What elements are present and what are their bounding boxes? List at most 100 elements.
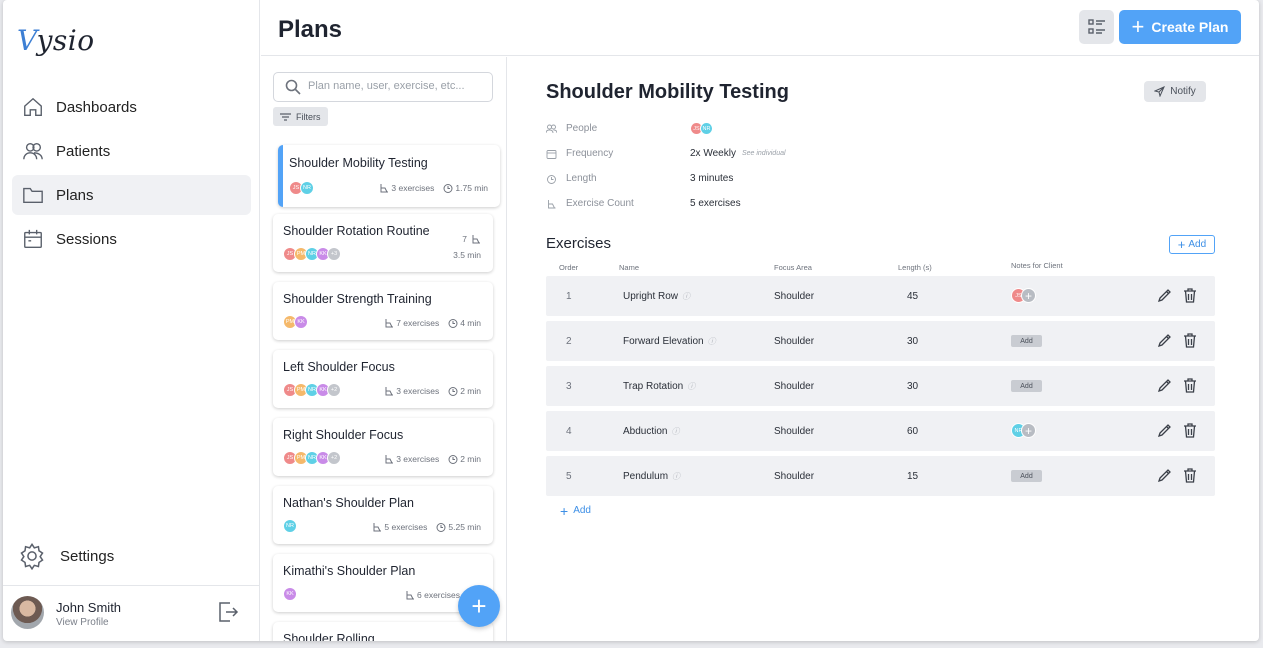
- info-icon[interactable]: ⓘ: [682, 292, 690, 301]
- list-view-toggle[interactable]: [1079, 10, 1114, 44]
- table-row[interactable]: 2 Forward Elevation ⓘ Shoulder 30 Add: [546, 321, 1215, 361]
- sidebar-item-label: Settings: [60, 547, 115, 565]
- plan-people: NR: [283, 519, 297, 533]
- plan-card[interactable]: Right Shoulder Focus JS PM NR KK +2 3 ex…: [273, 418, 493, 476]
- plan-title: Left Shoulder Focus: [283, 360, 395, 374]
- info-icon[interactable]: ⓘ: [708, 337, 716, 346]
- plan-meta: 3 exercises 2 min: [384, 386, 481, 396]
- plan-title: Shoulder Rotation Routine: [283, 224, 430, 238]
- plan-people: JS PM NR KK +2: [283, 451, 341, 465]
- plan-card[interactable]: Shoulder Rolling: [273, 622, 493, 641]
- exercise-icon: [385, 319, 394, 328]
- col-notes: Notes for Client: [1011, 261, 1063, 270]
- more-avatars-badge: +3: [327, 247, 341, 261]
- plan-card[interactable]: Shoulder Mobility Testing JS NR 3 exerci…: [278, 145, 500, 207]
- sidebar-item-label: Dashboards: [56, 98, 137, 116]
- sidebar-item-label: Sessions: [56, 230, 117, 248]
- plus-icon[interactable]: +: [1021, 423, 1036, 438]
- plan-title: Shoulder Strength Training: [283, 292, 432, 306]
- exercise-icon: [472, 235, 480, 244]
- send-icon: [1154, 86, 1166, 97]
- filters-button[interactable]: Filters: [273, 107, 328, 126]
- frequency-note[interactable]: See individual: [742, 150, 786, 157]
- sidebar-item-sessions[interactable]: Sessions: [12, 219, 251, 259]
- plus-icon: +: [1131, 14, 1145, 39]
- page-header: Plans + Create Plan: [261, 0, 1259, 56]
- table-row[interactable]: 3 Trap Rotation ⓘ Shoulder 30 Add: [546, 366, 1215, 406]
- add-row-link[interactable]: + Add: [560, 502, 591, 519]
- plus-icon: +: [560, 502, 569, 519]
- plans-list-pane: Filters Shoulder Mobility Testing JS NR …: [261, 57, 507, 641]
- edit-icon[interactable]: [1157, 468, 1172, 483]
- vysio-logo[interactable]: Vysio: [17, 24, 95, 57]
- table-row[interactable]: 4 Abduction ⓘ Shoulder 60 NR +: [546, 411, 1215, 451]
- plan-card[interactable]: Shoulder Rotation Routine JS PM NR KK +3…: [273, 214, 493, 272]
- avatar[interactable]: [11, 596, 44, 629]
- col-name: Name: [619, 263, 640, 272]
- create-plan-button[interactable]: + Create Plan: [1119, 10, 1241, 44]
- plan-detail: Shoulder Mobility Testing Notify People …: [508, 57, 1259, 641]
- add-note-button[interactable]: Add: [1011, 470, 1042, 482]
- exercise-name: Trap Rotation ⓘ: [623, 381, 696, 392]
- avatar: KK: [294, 315, 308, 329]
- plan-title: Nathan's Shoulder Plan: [283, 496, 414, 510]
- view-profile-link[interactable]: View Profile: [56, 617, 109, 628]
- list-view-icon: [1087, 19, 1105, 34]
- plan-detail-title: Shoulder Mobility Testing: [546, 81, 789, 103]
- add-plan-fab[interactable]: +: [458, 585, 500, 627]
- exercise-icon: [385, 387, 394, 396]
- exercises-table-header: Order Name Focus Area Length (s) Notes f…: [546, 261, 1215, 275]
- trash-icon[interactable]: [1183, 288, 1197, 303]
- sidebar-item-settings[interactable]: Settings: [12, 536, 251, 576]
- table-row[interactable]: 5 Pendulum ⓘ Shoulder 15 Add: [546, 456, 1215, 496]
- exercise-name: Pendulum ⓘ: [623, 471, 681, 482]
- avatar: NR: [283, 519, 297, 533]
- info-icon[interactable]: ⓘ: [672, 472, 680, 481]
- add-exercise-button[interactable]: + Add: [1169, 235, 1215, 254]
- page-title: Plans: [278, 16, 343, 43]
- info-icon[interactable]: ⓘ: [687, 382, 695, 391]
- sidebar-nav: Dashboards Patients Plans Sessions: [12, 87, 251, 263]
- plan-title: Right Shoulder Focus: [283, 428, 404, 442]
- plan-title: Kimathi's Shoulder Plan: [283, 564, 416, 578]
- exercise-name: Forward Elevation ⓘ: [623, 336, 716, 347]
- trash-icon[interactable]: [1183, 468, 1197, 483]
- edit-icon[interactable]: [1157, 378, 1172, 393]
- add-note-button[interactable]: Add: [1011, 380, 1042, 392]
- plan-card[interactable]: Shoulder Strength Training PM KK 7 exerc…: [273, 282, 493, 340]
- client-note[interactable]: JS +: [1011, 288, 1036, 303]
- trash-icon[interactable]: [1183, 333, 1197, 348]
- edit-icon[interactable]: [1157, 423, 1172, 438]
- home-icon: [24, 97, 42, 116]
- sidebar-item-patients[interactable]: Patients: [12, 131, 251, 171]
- plan-people: JS PM NR KK +2: [283, 383, 341, 397]
- add-note-button[interactable]: Add: [1011, 335, 1042, 347]
- plan-card[interactable]: Nathan's Shoulder Plan NR 5 exercises 5.…: [273, 486, 493, 544]
- info-icon[interactable]: ⓘ: [671, 427, 679, 436]
- sidebar-item-label: Patients: [56, 142, 111, 160]
- plan-title: Shoulder Mobility Testing: [289, 156, 428, 170]
- plus-icon: +: [471, 590, 487, 621]
- user-profile[interactable]: John Smith View Profile: [3, 585, 260, 641]
- sidebar-item-dashboards[interactable]: Dashboards: [12, 87, 251, 127]
- plan-card[interactable]: Left Shoulder Focus JS PM NR KK +2 3 exe…: [273, 350, 493, 408]
- trash-icon[interactable]: [1183, 378, 1197, 393]
- table-row[interactable]: 1 Upright Row ⓘ Shoulder 45 JS +: [546, 276, 1215, 316]
- edit-icon[interactable]: [1157, 288, 1172, 303]
- notify-button[interactable]: Notify: [1144, 81, 1206, 102]
- col-focus: Focus Area: [774, 263, 812, 272]
- plan-people: JS PM NR KK +3: [283, 247, 341, 261]
- logout-icon[interactable]: [216, 600, 240, 624]
- plan-meta: 3 exercises 2 min: [384, 454, 481, 464]
- avatar: KK: [283, 587, 297, 601]
- sidebar-item-plans[interactable]: Plans: [12, 175, 251, 215]
- trash-icon[interactable]: [1183, 423, 1197, 438]
- folder-icon: [23, 187, 43, 204]
- timer-icon: [448, 455, 458, 464]
- exercise-icon: [373, 523, 382, 532]
- edit-icon[interactable]: [1157, 333, 1172, 348]
- plus-icon[interactable]: +: [1021, 288, 1036, 303]
- client-note[interactable]: NR +: [1011, 423, 1036, 438]
- users-icon: [23, 142, 43, 160]
- search-input[interactable]: [308, 80, 488, 92]
